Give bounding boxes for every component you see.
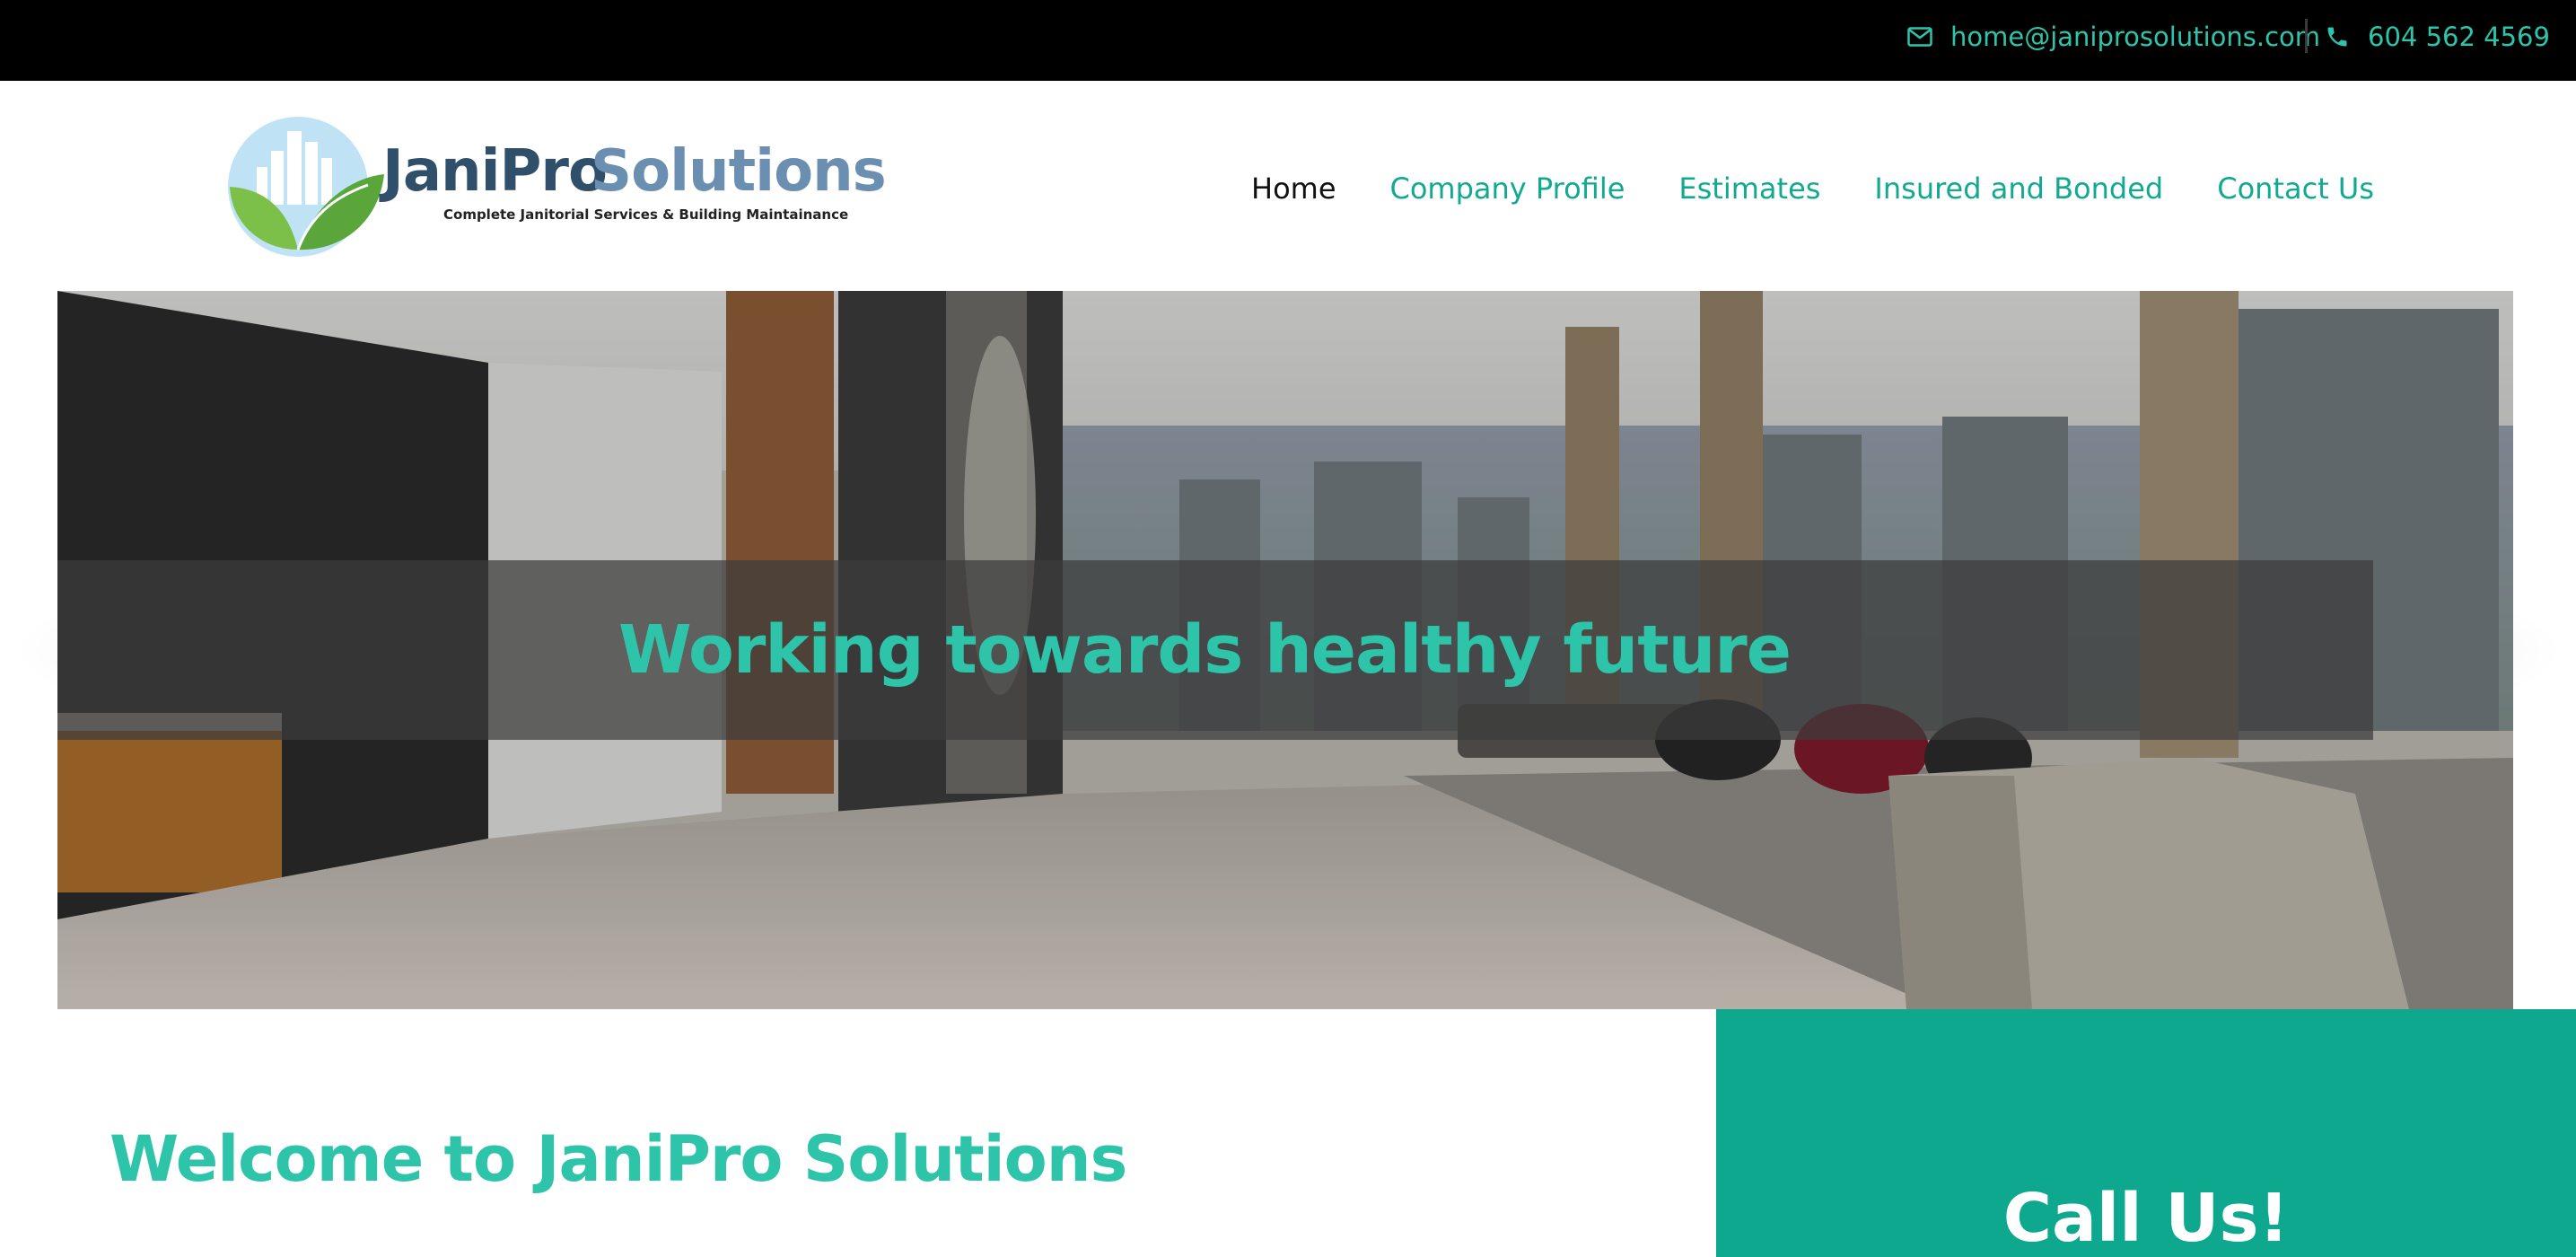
site-logo[interactable]: JaniPro Solutions Complete Janitorial Se… [224,115,887,259]
logo-tagline: Complete Janitorial Services & Building … [443,207,849,223]
nav-contact-us[interactable]: Contact Us [2217,171,2374,206]
hero-banner: Working towards healthy future [57,291,2513,1009]
call-us-panel: Call Us! [1716,1009,2576,1257]
email-text: home@janiprosolutions.com [1950,22,2321,52]
call-us-heading: Call Us! [2002,1180,2290,1257]
logo-mark-icon [228,117,384,257]
nav-home[interactable]: Home [1251,171,1336,206]
top-contact-bar: home@janiprosolutions.com 604 562 4569 [0,0,2576,81]
nav-estimates[interactable]: Estimates [1678,171,1820,206]
nav-insured-and-bonded[interactable]: Insured and Bonded [1874,171,2163,206]
nav-company-profile[interactable]: Company Profile [1390,171,1625,206]
email-link[interactable]: home@janiprosolutions.com [1907,0,2320,74]
welcome-heading: Welcome to JaniPro Solutions [110,1122,1127,1196]
contact-divider [2305,19,2308,53]
logo-name-part1: JaniPro [382,138,608,205]
site-header: JaniPro Solutions Complete Janitorial Se… [0,81,2576,291]
envelope-icon [1907,27,1932,47]
phone-text: 604 562 4569 [2368,22,2550,52]
hero-headline: Working towards healthy future [618,611,1792,689]
logo-name-part2: Solutions [591,138,887,205]
phone-icon [2325,24,2350,49]
main-nav: Home Company Profile Estimates Insured a… [1251,166,2374,211]
phone-link[interactable]: 604 562 4569 [2325,0,2550,74]
